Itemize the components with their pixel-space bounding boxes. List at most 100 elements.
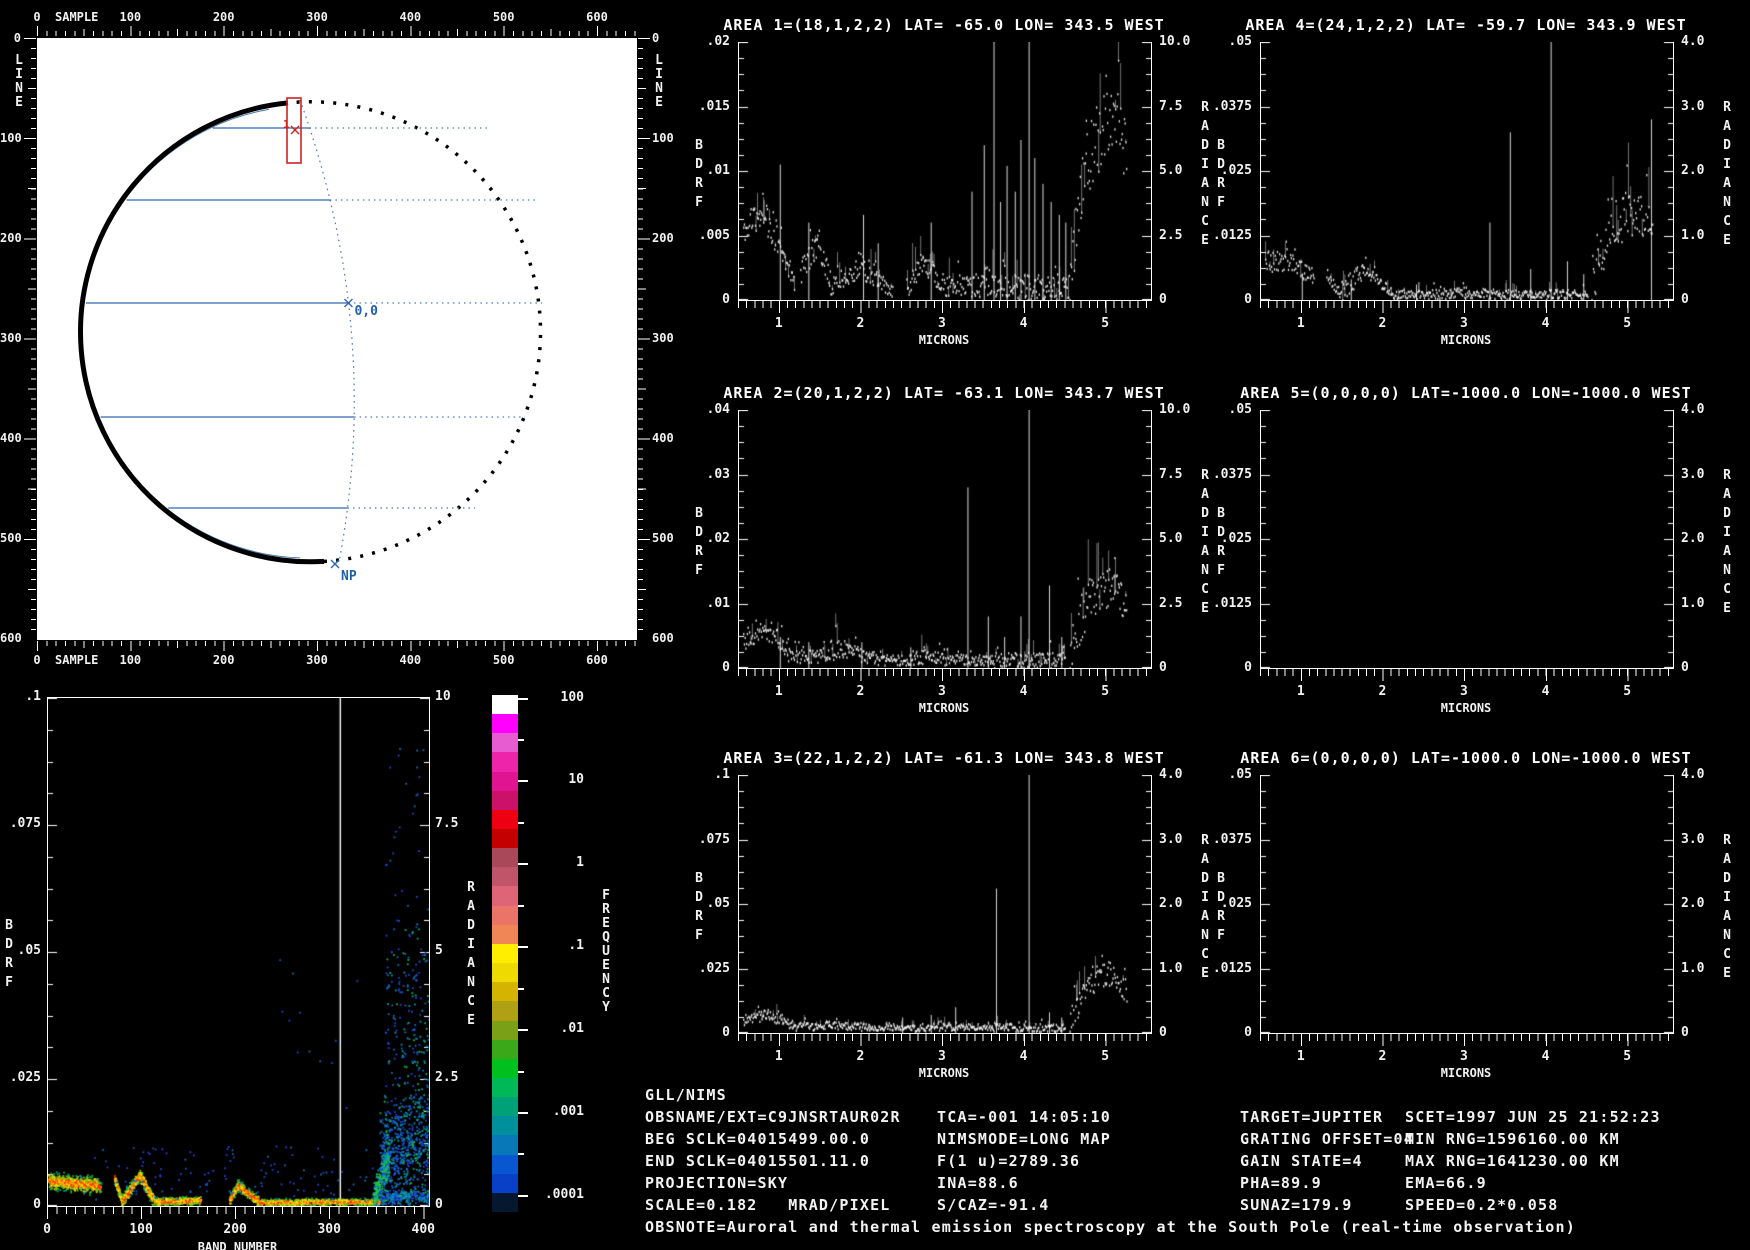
line-axis-tick-label: 300 — [652, 331, 674, 345]
radiance-axis-name: RADIANCE — [1723, 468, 1731, 616]
microns-tick-label: 3 — [1460, 316, 1468, 331]
area-title-area6: AREA 6=(0,0,0,0) LAT=-1000.0 LON=-1000.0… — [1240, 749, 1692, 767]
radiance-axis-tick-label: 4.0 — [1681, 34, 1705, 49]
bdrf-axis-tick-label: .03 — [706, 466, 730, 482]
bdrf-axis-tick-label: .075 — [698, 831, 730, 847]
microns-tick-label: 2 — [856, 316, 865, 331]
microns-tick-label: 4 — [1541, 316, 1550, 331]
meta-scale: SCALE=0.182 MRAD/PIXEL — [645, 1196, 891, 1214]
hist-radiance-tick-label: 0 — [435, 1197, 443, 1212]
hist-radiance-axis-name: RADIANCE — [467, 880, 475, 1028]
colorbar-tick-label: 10 — [568, 772, 584, 788]
bdrf-axis-tick-label: 0 — [1244, 660, 1252, 675]
bdrf-axis-tick-label: 0 — [722, 292, 730, 307]
colorbar-minor-tick — [518, 1070, 524, 1073]
radiance-axis-tick-label: 3.0 — [1681, 98, 1705, 114]
bdrf-axis-tick-label: .02 — [706, 34, 730, 49]
meta-obsname: OBSNAME/EXT=C9JNSRTAUR02R — [645, 1108, 901, 1126]
colorbar-segment — [492, 1116, 518, 1136]
sample-axis-tick-label: 500 — [492, 10, 515, 24]
colorbar-scale — [492, 695, 518, 1213]
sample-axis-tick-label: 400 — [399, 653, 422, 667]
sample-axis-tick-label: 600 — [586, 10, 608, 24]
meta-max-rng: MAX RNG=1641230.00 KM — [1405, 1152, 1620, 1170]
line-axis-tick-label: 100 — [0, 131, 22, 145]
colorbar-major-tick — [518, 946, 528, 949]
radiance-axis-tick-label: 2.0 — [1681, 896, 1705, 911]
microns-tick-label: 3 — [938, 1049, 946, 1064]
hist-bdrf-tick-label: .025 — [9, 1070, 41, 1085]
line-axis-left-major-ticks — [24, 38, 36, 639]
colorbar-minor-tick — [518, 987, 524, 990]
hist-radiance-tick-label: 5 — [435, 943, 443, 958]
colorbar-segment — [492, 733, 518, 753]
radiance-axis-tick-label: 2.5 — [1159, 595, 1183, 611]
colorbar-tick-label: .1 — [568, 938, 584, 954]
sample-axis-tick-label: 400 — [399, 10, 422, 24]
meta-ina: INA=88.6 — [937, 1174, 1019, 1192]
bdrf-axis-tick-label: .05 — [1228, 767, 1252, 782]
bdrf-axis-tick-label: .05 — [1228, 34, 1252, 49]
radiance-axis-tick-label: 1.0 — [1681, 595, 1705, 611]
colorbar-segment — [492, 1058, 518, 1079]
microns-tick-label: 3 — [938, 684, 946, 699]
bdrf-axis-tick-label: .005 — [698, 227, 730, 243]
bdrf-axis-tick-label: .015 — [698, 98, 730, 114]
origin-label: 0,0 — [354, 304, 378, 319]
hist-bdrf-tick-label: .1 — [25, 689, 41, 704]
radiance-axis-tick-label: 5.0 — [1159, 163, 1183, 178]
colorbar-segment — [492, 790, 518, 811]
bdrf-axis-tick-label: 0 — [722, 1025, 730, 1040]
bdrf-axis-name: BDRF — [1217, 138, 1225, 210]
microns-tick-label: 5 — [1101, 316, 1110, 331]
bdrf-axis-tick-label: .0375 — [1212, 466, 1252, 482]
instrument-label: GLL/NIMS — [645, 1086, 727, 1104]
bdrf-axis-tick-label: .1 — [714, 767, 730, 782]
planet-disk-dotted-arc — [287, 100, 543, 564]
meta-sunaz: SUNAZ=179.9 — [1240, 1196, 1353, 1214]
colorbar-tick-label: 100 — [560, 689, 584, 705]
colorbar-tick-label: .001 — [552, 1104, 584, 1120]
meta-grating: GRATING OFFSET=04 — [1240, 1130, 1414, 1148]
np-x-marker — [330, 559, 340, 569]
microns-tick-label: 3 — [1460, 684, 1468, 699]
sample-axis-tick-label: 100 — [119, 10, 142, 24]
bdrf-axis-tick-label: .0375 — [1212, 98, 1252, 114]
microns-tick-label: 2 — [856, 1049, 865, 1064]
band-number-tick-label: 200 — [223, 1222, 247, 1237]
microns-tick-label: 5 — [1623, 1049, 1632, 1064]
colorbar-major-tick — [518, 697, 528, 700]
microns-tick-label: 1 — [774, 316, 783, 331]
radiance-axis-tick-label: 0 — [1681, 292, 1689, 307]
microns-axis-name: MICRONS — [1440, 333, 1492, 347]
colorbar-minor-tick — [518, 738, 524, 741]
planet-limb-solid-arc — [78, 100, 325, 565]
microns-axis-major-ticks — [778, 301, 1150, 313]
microns-axis-major-ticks — [1300, 1034, 1672, 1046]
hist-bdrf-tick-label: 0 — [33, 1197, 41, 1212]
radiance-axis-tick-label: 7.5 — [1159, 466, 1183, 482]
radiance-axis-tick-label: 4.0 — [1159, 767, 1183, 782]
bdrf-axis-tick-label: 0 — [1244, 292, 1252, 307]
line-axis-tick-label: 500 — [652, 531, 674, 545]
microns-tick-label: 2 — [856, 684, 865, 699]
meta-obsnote: OBSNOTE=Auroral and thermal emission spe… — [645, 1218, 1576, 1236]
sample-axis-top-major-ticks — [37, 26, 637, 36]
radiance-axis-tick-label: 2.0 — [1159, 896, 1183, 911]
bdrf-axis-name: BDRF — [695, 138, 703, 210]
radiance-axis-tick-label: 3.0 — [1681, 466, 1705, 482]
microns-tick-label: 4 — [1019, 1049, 1028, 1064]
current-slice-x-marker — [290, 125, 300, 135]
line-axis-name: LINE — [15, 53, 23, 110]
band-number-tick-label: 100 — [129, 1222, 153, 1237]
band-number-tick-label: 0 — [43, 1222, 51, 1237]
microns-axis-name: MICRONS — [918, 701, 970, 715]
sample-axis-tick-label: 500 — [492, 653, 515, 667]
np-label: NP — [341, 569, 357, 584]
meta-gain: GAIN STATE=4 — [1240, 1152, 1363, 1170]
colorbar-segment — [492, 963, 518, 983]
microns-axis-major-ticks — [778, 1034, 1150, 1046]
sample-axis-name: SAMPLE — [55, 653, 99, 667]
colorbar-segment — [492, 848, 518, 868]
microns-tick-label: 4 — [1541, 1049, 1550, 1064]
